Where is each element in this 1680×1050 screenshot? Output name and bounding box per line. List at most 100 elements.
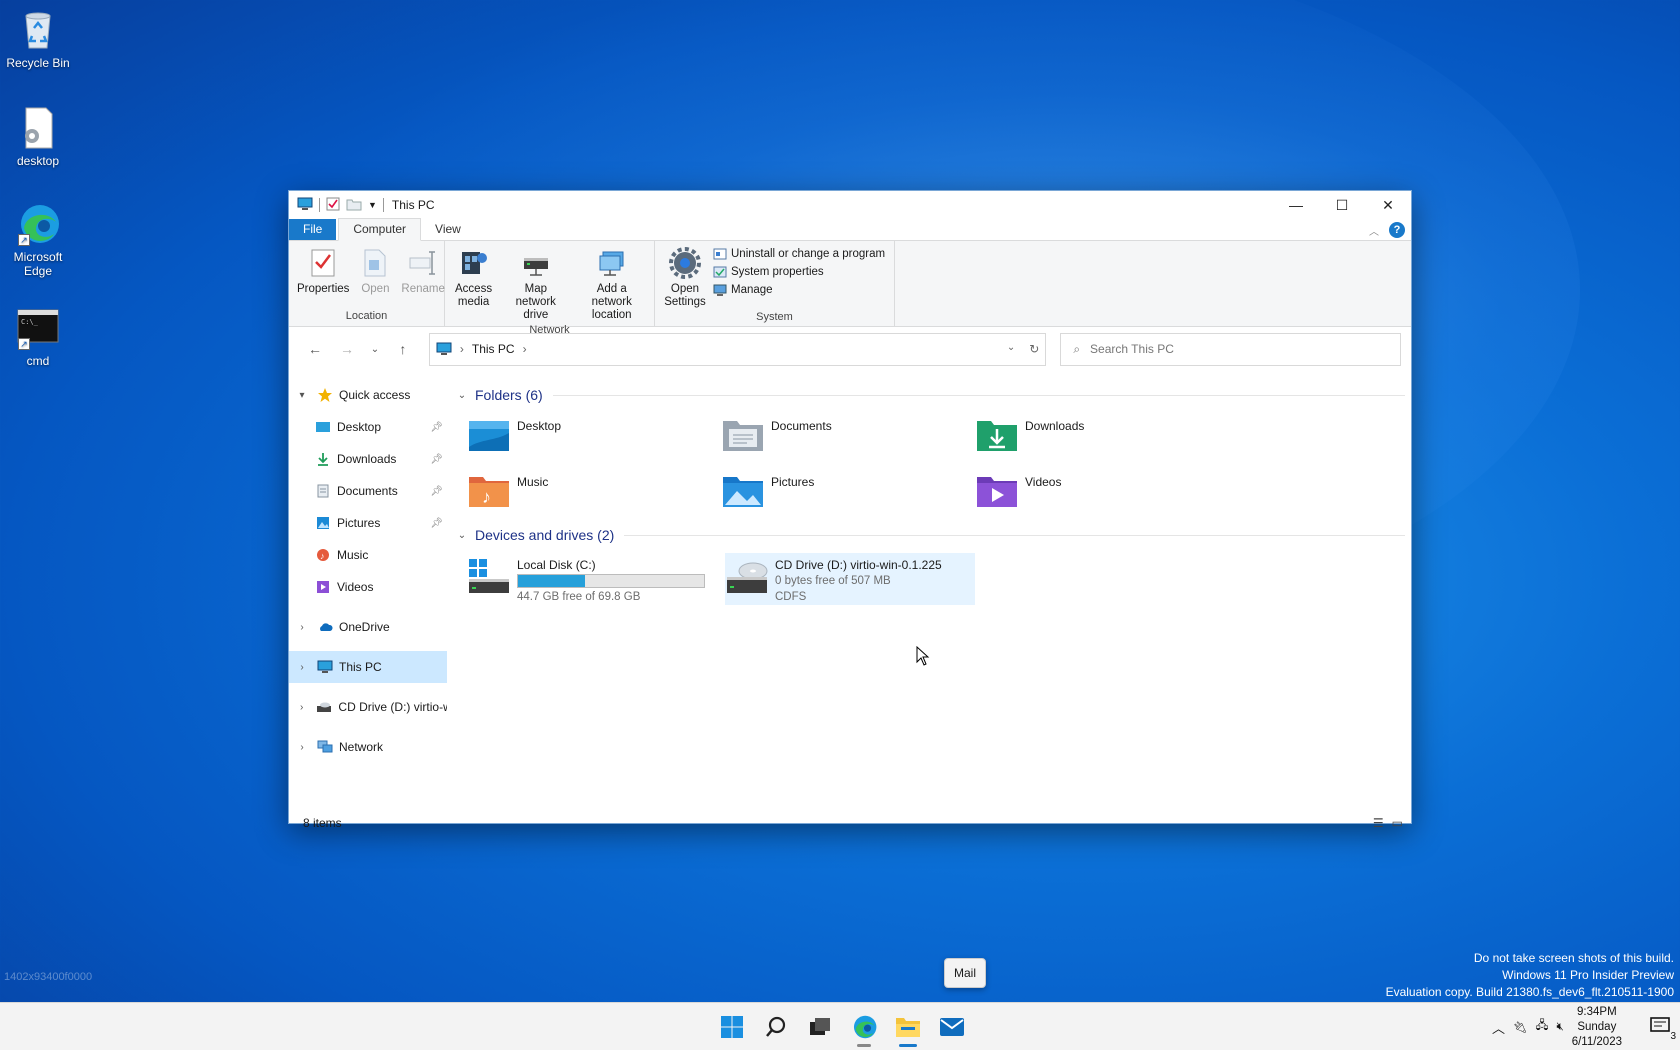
properties-check-icon[interactable] (326, 197, 340, 214)
nav-onedrive[interactable]: › OneDrive (289, 611, 447, 643)
edge-icon (853, 1015, 877, 1039)
access-media-button[interactable]: Access media (449, 245, 498, 324)
folder-desktop[interactable]: Desktop (467, 409, 721, 465)
help-icon[interactable]: ? (1389, 222, 1405, 238)
maximize-button[interactable]: ☐ (1319, 191, 1365, 219)
nav-item-videos[interactable]: Videos (289, 571, 447, 603)
search-button[interactable] (760, 1011, 792, 1043)
minimize-button[interactable]: — (1273, 191, 1319, 219)
chevron-down-icon[interactable]: ▼ (368, 200, 377, 210)
pin-icon[interactable]: 📌︎ (430, 518, 443, 529)
drive-local-disk-c[interactable]: Local Disk (C:) 44.7 GB free of 69.8 GB (467, 553, 717, 605)
music-icon: ♪ (315, 547, 331, 563)
breadcrumb-this-pc[interactable]: This PC (472, 342, 515, 356)
group-label-location: Location (345, 310, 388, 322)
folders-section-header[interactable]: ⌄ Folders (6) (455, 381, 1411, 409)
collapse-chevron-icon[interactable]: ⌄ (455, 530, 469, 541)
back-button[interactable]: ← (299, 335, 331, 363)
expand-chevron-icon[interactable]: › (295, 702, 308, 713)
breadcrumb-chevron-icon[interactable]: › (460, 342, 464, 356)
pin-icon[interactable]: 📌︎ (430, 486, 443, 497)
drive-cd-d[interactable]: CD Drive (D:) virtio-win-0.1.225 0 bytes… (725, 553, 975, 605)
start-button[interactable] (716, 1011, 748, 1043)
show-hidden-icons-chevron-icon[interactable]: ︿ (1492, 1018, 1505, 1037)
desktop-icon-recycle-bin[interactable]: Recycle Bin (4, 8, 72, 70)
drives-section-header[interactable]: ⌄ Devices and drives (2) (455, 521, 1411, 549)
tab-computer[interactable]: Computer (338, 218, 422, 241)
pin-icon[interactable]: 📌︎ (430, 454, 443, 465)
desktop-icon-desktop[interactable]: desktop (4, 106, 72, 168)
recycle-bin-label: Recycle Bin (6, 56, 70, 70)
device-icon[interactable]: 🔌︎ (1513, 1020, 1528, 1034)
network-location-icon (596, 247, 628, 279)
search-input[interactable]: ⌕ Search This PC (1060, 332, 1402, 366)
refresh-icon[interactable]: ↻ (1029, 342, 1039, 356)
up-button[interactable]: ↑ (387, 335, 419, 363)
open-settings-button[interactable]: Open Settings (659, 245, 711, 311)
expand-chevron-icon[interactable]: › (295, 622, 309, 633)
system-properties-button[interactable]: System properties (713, 265, 885, 279)
nav-this-pc[interactable]: › This PC (289, 651, 447, 683)
folder-music[interactable]: ♪ Music (467, 465, 721, 521)
map-network-drive-button[interactable]: Map network drive (500, 245, 571, 324)
nav-item-music[interactable]: ♪ Music (289, 539, 447, 571)
uninstall-program-button[interactable]: Uninstall or change a program (713, 247, 885, 261)
gear-icon (669, 247, 701, 279)
properties-button[interactable]: Properties (293, 245, 353, 310)
expand-chevron-icon[interactable]: ▾ (295, 390, 309, 401)
search-placeholder: Search This PC (1090, 342, 1174, 356)
task-view-button[interactable] (804, 1011, 836, 1043)
pin-icon[interactable]: 📌︎ (430, 422, 443, 433)
collapse-chevron-icon[interactable]: ⌄ (455, 390, 469, 401)
drive-name: Local Disk (C:) (517, 558, 596, 572)
taskbar-mail[interactable] (936, 1011, 968, 1043)
title-bar[interactable]: ▼ This PC — ☐ ✕ (289, 191, 1411, 219)
clock[interactable]: 9:34PM Sunday 6/11/2023 (1572, 1005, 1622, 1050)
running-indicator (857, 1044, 871, 1047)
large-icons-view-icon[interactable]: ▭ (1392, 816, 1403, 830)
nav-item-desktop[interactable]: Desktop 📌︎ (289, 411, 447, 443)
file-explorer-window[interactable]: ▼ This PC — ☐ ✕ File Computer View ︿ ? P… (288, 190, 1412, 830)
ribbon-tabs: File Computer View ︿ ? (289, 218, 1411, 241)
open-button[interactable]: Open (355, 245, 395, 310)
folder-pictures[interactable]: Pictures (721, 465, 975, 521)
taskbar-edge[interactable] (848, 1011, 880, 1047)
forward-button[interactable]: → (331, 335, 363, 363)
pictures-icon (315, 515, 331, 531)
computer-icon[interactable] (297, 197, 313, 214)
volume-muted-icon[interactable]: 🔇︎ (1556, 1021, 1563, 1034)
faint-desktop-text: 1402x93400f0000 (4, 971, 93, 983)
taskbar-file-explorer[interactable] (892, 1011, 924, 1047)
address-bar[interactable]: › This PC › ⌄ ↻ (428, 332, 1047, 366)
expand-chevron-icon[interactable]: › (295, 742, 309, 753)
expand-chevron-icon[interactable]: › (295, 662, 309, 673)
network-status-icon[interactable]: 🖧 (1536, 1018, 1549, 1037)
folder-videos[interactable]: Videos (975, 465, 1229, 521)
videos-folder-icon (977, 477, 1017, 507)
close-button[interactable]: ✕ (1365, 191, 1411, 219)
collapse-ribbon-icon[interactable]: ︿ (1369, 223, 1379, 238)
recent-locations-button[interactable]: ⌄ (363, 335, 387, 363)
cd-drive-icon (727, 562, 768, 593)
add-network-location-button[interactable]: Add a network location (573, 245, 650, 324)
manage-button[interactable]: Manage (713, 283, 885, 297)
nav-item-pictures[interactable]: Pictures 📌︎ (289, 507, 447, 539)
nav-quick-access[interactable]: ▾ Quick access (289, 379, 447, 411)
folder-documents[interactable]: Documents (721, 409, 975, 465)
details-view-icon[interactable]: ☰ (1373, 816, 1384, 830)
rename-button[interactable]: Rename (397, 245, 448, 310)
nav-network[interactable]: › Network (289, 731, 447, 763)
tab-file[interactable]: File (289, 219, 337, 240)
desktop-icon-edge[interactable]: ↗ Microsoft Edge (4, 202, 72, 278)
desktop-icon-cmd[interactable]: C:\_ ↗ cmd (4, 306, 72, 368)
nav-item-downloads[interactable]: Downloads 📌︎ (289, 443, 447, 475)
tab-view[interactable]: View (421, 219, 475, 240)
address-dropdown-icon[interactable]: ⌄ (1007, 342, 1015, 356)
folder-downloads[interactable]: Downloads (975, 409, 1229, 465)
edge-icon: ↗ (16, 202, 60, 246)
nav-item-documents[interactable]: Documents 📌︎ (289, 475, 447, 507)
notification-center-icon[interactable]: 3 (1650, 1016, 1676, 1042)
nav-cd-drive[interactable]: › CD Drive (D:) virtio-w (289, 691, 447, 723)
breadcrumb-chevron-icon[interactable]: › (523, 342, 527, 356)
new-folder-icon[interactable] (346, 197, 362, 214)
